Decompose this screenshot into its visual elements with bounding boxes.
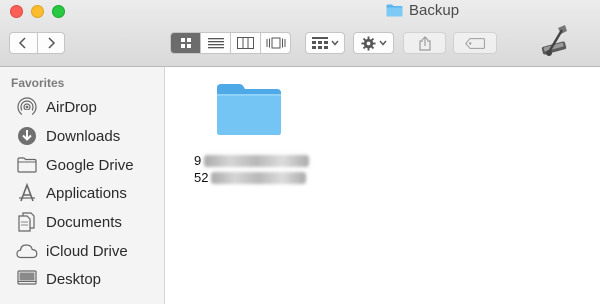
share-button[interactable]: [403, 32, 446, 54]
cover-flow-view-button[interactable]: [260, 33, 290, 53]
arrange-grid-icon: [311, 37, 328, 49]
cover-flow-view-icon: [266, 37, 285, 49]
forward-button[interactable]: [36, 33, 65, 53]
sidebar-item-icloud-drive[interactable]: iCloud Drive: [16, 238, 161, 264]
folder-icon: [16, 154, 38, 176]
sidebar-item-label: Desktop: [46, 270, 102, 288]
close-window-button[interactable]: [10, 5, 23, 18]
action-menu-button[interactable]: [353, 32, 394, 54]
documents-icon: [16, 211, 38, 233]
sidebar-item-label: Downloads: [46, 127, 121, 145]
redacted-text: [204, 154, 310, 167]
window-title: Backup: [386, 2, 459, 19]
chevron-right-icon: [48, 37, 55, 49]
folder-name-line-2: 52: [194, 170, 209, 185]
folder-icon: [386, 4, 403, 17]
list-view-icon: [207, 38, 224, 49]
folder-icon[interactable]: [215, 82, 283, 137]
chevron-left-icon: [19, 37, 26, 49]
sidebar-item-label: AirDrop: [46, 98, 97, 116]
sidebar-item-label: Documents: [46, 213, 122, 231]
redacted-text: [211, 171, 307, 184]
airdrop-icon: [16, 96, 38, 118]
folder-name-line-1: 9: [194, 153, 202, 168]
folder-name-label[interactable]: 9 52: [194, 152, 312, 186]
back-button[interactable]: [10, 33, 37, 53]
sidebar-item-google-drive[interactable]: Google Drive: [16, 152, 161, 178]
sidebar-item-desktop[interactable]: Desktop: [16, 266, 161, 292]
zoom-window-button[interactable]: [52, 5, 65, 18]
list-view-button[interactable]: [200, 33, 230, 53]
sidebar-item-downloads[interactable]: Downloads: [16, 123, 161, 149]
column-view-icon: [237, 37, 254, 49]
sidebar-item-applications[interactable]: Applications: [16, 180, 161, 206]
file-browser-content: 9 52: [166, 67, 600, 304]
icon-view-button[interactable]: [171, 33, 200, 53]
share-icon: [418, 35, 431, 51]
applications-icon: [16, 182, 38, 204]
cloud-icon: [16, 240, 38, 262]
desktop-icon: [16, 268, 38, 290]
icon-view-icon: [180, 38, 191, 48]
window-title-text: Backup: [409, 2, 460, 19]
navigation-buttons: [9, 32, 65, 54]
sidebar-item-label: Applications: [46, 184, 127, 202]
chevron-down-icon: [330, 40, 339, 46]
sidebar: Favorites AirDrop Downloads Google Drive…: [0, 67, 165, 304]
minimize-window-button[interactable]: [31, 5, 44, 18]
tag-icon: [465, 37, 485, 49]
tag-button[interactable]: [453, 32, 497, 54]
view-mode-control: [170, 32, 291, 54]
sidebar-item-label: Google Drive: [46, 156, 134, 174]
sidebar-item-label: iCloud Drive: [46, 242, 128, 260]
window-toolbar: Backup: [0, 0, 600, 67]
downloads-icon: [16, 125, 38, 147]
column-view-button[interactable]: [230, 33, 260, 53]
sidebar-heading: Favorites: [11, 76, 65, 90]
chevron-down-icon: [378, 40, 387, 46]
sidebar-item-documents[interactable]: Documents: [16, 209, 161, 235]
utility-tool-icon[interactable]: [537, 22, 571, 60]
gear-icon: [360, 35, 376, 51]
arrange-button[interactable]: [305, 32, 345, 54]
sidebar-item-airdrop[interactable]: AirDrop: [16, 94, 161, 120]
